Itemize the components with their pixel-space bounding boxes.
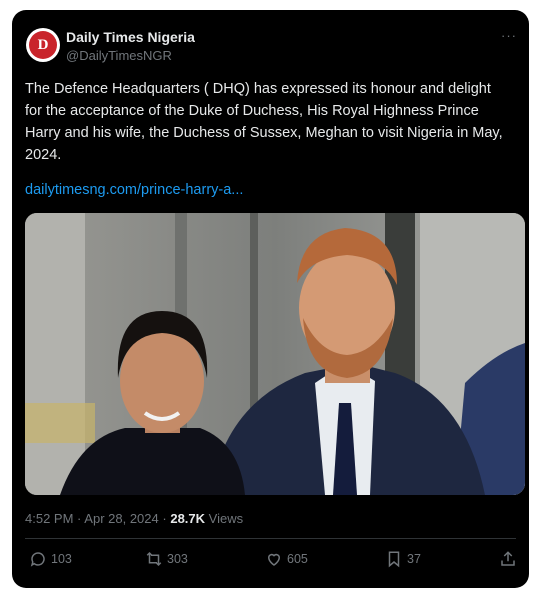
- like-button[interactable]: 605: [265, 550, 308, 568]
- repost-count: 303: [167, 552, 188, 566]
- share-icon: [499, 550, 517, 568]
- article-link[interactable]: dailytimesng.com/prince-harry-a...: [25, 182, 243, 198]
- author-display-name[interactable]: Daily Times Nigeria: [66, 29, 195, 45]
- post-time[interactable]: 4:52 PM: [25, 511, 73, 526]
- more-options-icon[interactable]: ···: [501, 28, 517, 43]
- like-count: 605: [287, 552, 308, 566]
- reply-icon: [29, 550, 47, 568]
- tweet-text: The Defence Headquarters ( DHQ) has expr…: [25, 81, 503, 163]
- meta-separator: ·: [162, 511, 167, 526]
- divider: [25, 538, 516, 539]
- views-count: 28.7K: [170, 511, 206, 526]
- views-label: Views: [208, 511, 244, 526]
- author-handle[interactable]: @DailyTimesNGR: [66, 48, 172, 63]
- reply-button[interactable]: 103: [29, 550, 72, 568]
- bookmark-count: 37: [407, 552, 421, 566]
- newspaper-logo-icon: D: [29, 31, 57, 59]
- repost-icon: [145, 550, 163, 568]
- heart-icon: [265, 550, 283, 568]
- tweet-meta: 4:52 PM · Apr 28, 2024 · 28.7K Views: [25, 511, 243, 526]
- meta-separator: ·: [77, 511, 82, 526]
- author-avatar[interactable]: D: [26, 28, 60, 62]
- tweet-card: D Daily Times Nigeria @DailyTimesNGR ···…: [12, 10, 529, 588]
- post-date[interactable]: Apr 28, 2024: [84, 511, 158, 526]
- tweet-photo[interactable]: [25, 213, 525, 495]
- reply-count: 103: [51, 552, 72, 566]
- share-button[interactable]: [499, 550, 517, 568]
- bookmark-icon: [385, 550, 403, 568]
- bookmark-button[interactable]: 37: [385, 550, 421, 568]
- repost-button[interactable]: 303: [145, 550, 188, 568]
- action-bar: 103 303 605 37: [25, 550, 516, 574]
